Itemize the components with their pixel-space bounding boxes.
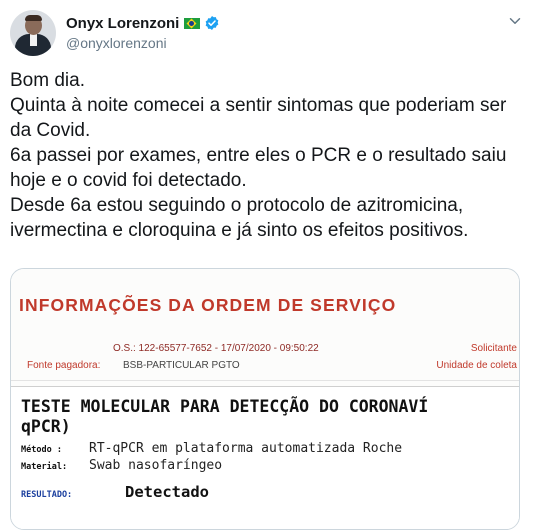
order-number-line: O.S.: 122-65577-7652 - 17/07/2020 - 09:5… (113, 343, 319, 354)
display-name[interactable]: Onyx Lorenzoni (66, 15, 179, 32)
test-title: TESTE MOLECULAR PARA DETECÇÃO DO CORONAV… (21, 397, 429, 416)
lab-report-document: INFORMAÇÕES DA ORDEM DE SERVIÇO O.S.: 12… (11, 269, 519, 529)
tweet-text-line: Desde 6a estou seguindo o protocolo de a… (10, 195, 469, 241)
collection-unit-label: Unidade de coleta (436, 360, 517, 371)
solicitante-label: Solicitante (470, 343, 517, 354)
test-result-box: TESTE MOLECULAR PARA DETECÇÃO DO CORONAV… (11, 386, 519, 529)
document-title: INFORMAÇÕES DA ORDEM DE SERVIÇO (19, 295, 397, 315)
brazil-flag-icon (184, 17, 201, 29)
chevron-down-icon[interactable] (506, 12, 524, 30)
verified-badge-icon (206, 16, 219, 30)
result-label: RESULTADO: (21, 490, 73, 500)
test-title-continued: qPCR) (21, 417, 71, 436)
material-label: Material: (21, 462, 68, 472)
method-label: Método : (21, 445, 62, 455)
tweet-text-line: Quinta à noite comecei a sentir sintomas… (10, 95, 507, 141)
tweet-header: Onyx Lorenzoni @onyxlorenzoni (10, 10, 526, 56)
author-name-row[interactable]: Onyx Lorenzoni (66, 13, 220, 33)
payer-value: BSB-PARTICULAR PGTO (123, 360, 240, 371)
divider (11, 380, 519, 381)
media-image[interactable]: INFORMAÇÕES DA ORDEM DE SERVIÇO O.S.: 12… (10, 268, 520, 530)
result-value: Detectado (125, 483, 209, 501)
method-value: RT-qPCR em plataforma automatizada Roche (89, 441, 403, 456)
payer-label: Fonte pagadora: (27, 360, 101, 371)
material-value: Swab nasofaríngeo (89, 458, 223, 473)
avatar[interactable] (10, 10, 56, 56)
tweet-text-line: Bom dia. (10, 70, 85, 91)
tweet-text: Bom dia. Quinta à noite comecei a sentir… (10, 68, 526, 243)
tweet-text-line: 6a passei por exames, entre eles o PCR e… (10, 145, 507, 191)
handle[interactable]: @onyxlorenzoni (66, 35, 167, 51)
